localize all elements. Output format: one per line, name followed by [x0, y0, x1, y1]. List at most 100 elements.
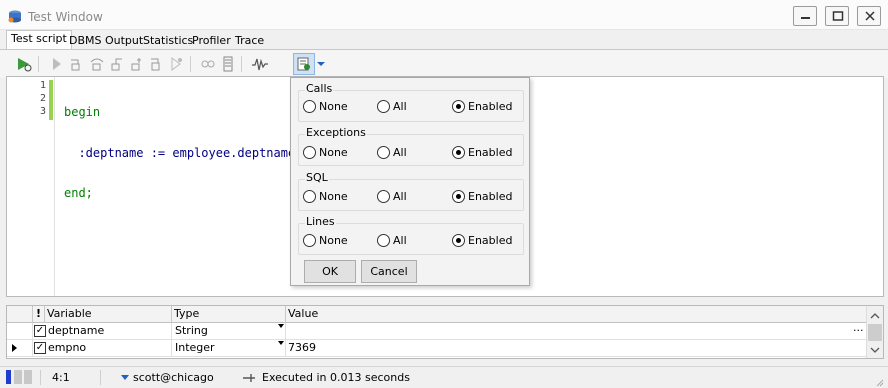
minimize-button[interactable]: [793, 6, 817, 26]
radio-label: All: [393, 100, 407, 113]
ok-button[interactable]: OK: [304, 260, 356, 283]
tab-test-script[interactable]: Test script: [6, 30, 72, 50]
toolbar-separator: [190, 56, 191, 72]
radio-label: Enabled: [468, 146, 513, 159]
step-over-button[interactable]: [88, 55, 106, 73]
maximize-button[interactable]: [825, 6, 849, 26]
enabled-header: !: [33, 306, 45, 323]
step-into-button[interactable]: [67, 55, 85, 73]
scroll-down-icon[interactable]: [867, 342, 883, 358]
tab-dbms-output[interactable]: DBMS Output: [64, 32, 148, 50]
scroll-up-icon[interactable]: [867, 308, 883, 324]
evaluate-button[interactable]: [219, 55, 237, 73]
scroll-thumb[interactable]: [868, 324, 882, 341]
variable-value[interactable]: [286, 323, 867, 340]
exceptions-group: Exceptions None All Enabled: [298, 126, 524, 166]
radio-label: All: [393, 234, 407, 247]
execute-button[interactable]: [15, 55, 33, 73]
minimize-icon: [801, 17, 810, 19]
sql-none-radio[interactable]: None: [303, 190, 348, 203]
lines-all-radio[interactable]: All: [377, 234, 407, 247]
exceptions-enabled-radio[interactable]: Enabled: [452, 146, 512, 159]
radio-label: None: [319, 100, 348, 113]
pause-icon: [171, 57, 182, 71]
close-button[interactable]: [857, 6, 881, 26]
code-text[interactable]: begin :deptname := employee.deptname end…: [64, 79, 295, 228]
title-bar: Test Window: [0, 0, 888, 30]
evaluate-icon: [223, 56, 233, 72]
value-ellipsis-button[interactable]: ...: [853, 321, 864, 334]
radio-label: None: [319, 190, 348, 203]
radio-label: None: [319, 234, 348, 247]
exceptions-none-radio[interactable]: None: [303, 146, 348, 159]
toggle-breakpoint-icon: [201, 60, 215, 68]
variable-value[interactable]: 7369: [286, 340, 867, 357]
run-button[interactable]: [48, 55, 66, 73]
step-over-icon: [90, 58, 104, 71]
table-row[interactable]: ✓ deptname String ...: [7, 321, 867, 340]
line-gutter: 1 2 3: [7, 77, 55, 296]
grid-scrollbar[interactable]: [866, 306, 883, 358]
trace-options-icon: [297, 57, 310, 71]
resize-grip-icon[interactable]: [874, 377, 884, 387]
close-icon: [865, 11, 875, 21]
status-indicator: [14, 370, 22, 384]
tab-trace[interactable]: Trace: [230, 32, 269, 50]
code-line-3: end;: [64, 186, 295, 201]
toolbar: [0, 50, 888, 78]
sql-enabled-radio[interactable]: Enabled: [452, 190, 512, 203]
type-dropdown-arrow-icon[interactable]: [278, 324, 284, 328]
status-divider: [40, 370, 41, 385]
tab-profiler[interactable]: Profiler: [187, 32, 236, 50]
status-bar: 4:1 scott@chicago Executed in 0.013 seco…: [0, 366, 888, 388]
modified-lines-marker: [49, 80, 53, 120]
execute-icon: [18, 58, 32, 72]
connection-dropdown-icon[interactable]: [121, 375, 129, 381]
radio-indicator-selected: [452, 100, 465, 113]
app-icon: [8, 10, 21, 23]
current-row-icon: [12, 344, 17, 352]
pause-button[interactable]: [167, 55, 185, 73]
variable-type: String: [172, 323, 286, 340]
radio-indicator: [377, 234, 390, 247]
trace-button[interactable]: [251, 55, 269, 73]
radio-label: Enabled: [468, 100, 513, 113]
variable-header[interactable]: Variable: [45, 306, 172, 323]
variable-type: Integer: [172, 340, 286, 357]
calls-all-radio[interactable]: All: [377, 100, 407, 113]
toggle-breakpoint-button[interactable]: [199, 55, 217, 73]
run-icon: [53, 58, 61, 70]
run-to-breakpoint-button[interactable]: [147, 55, 165, 73]
status-divider: [100, 370, 101, 385]
pin-icon: [243, 374, 255, 382]
calls-none-radio[interactable]: None: [303, 100, 348, 113]
type-header[interactable]: Type: [172, 306, 286, 323]
radio-indicator-selected: [452, 234, 465, 247]
group-title: Calls: [305, 82, 334, 95]
radio-indicator-selected: [452, 190, 465, 203]
variables-grid: ! Variable Type Value ✓ deptname String …: [6, 305, 884, 359]
lines-none-radio[interactable]: None: [303, 234, 348, 247]
connection-label[interactable]: scott@chicago: [133, 371, 214, 384]
calls-enabled-radio[interactable]: Enabled: [452, 100, 512, 113]
code-line-2: :deptname := employee.deptname: [64, 146, 295, 161]
sql-all-radio[interactable]: All: [377, 190, 407, 203]
step-into-icon: [71, 59, 80, 71]
table-row[interactable]: ✓ empno Integer 7369: [7, 340, 867, 357]
cancel-button[interactable]: Cancel: [361, 260, 417, 283]
radio-indicator: [377, 146, 390, 159]
dropdown-arrow-icon: [317, 62, 325, 66]
radio-indicator: [377, 100, 390, 113]
status-message: Executed in 0.013 seconds: [262, 371, 410, 384]
exceptions-all-radio[interactable]: All: [377, 146, 407, 159]
radio-label: Enabled: [468, 234, 513, 247]
run-to-exception-button[interactable]: [128, 55, 146, 73]
radio-indicator: [377, 190, 390, 203]
value-header[interactable]: Value: [286, 306, 867, 323]
lines-enabled-radio[interactable]: Enabled: [452, 234, 512, 247]
toolbar-separator: [38, 56, 39, 72]
group-title: SQL: [305, 171, 329, 184]
step-out-button[interactable]: [108, 55, 126, 73]
trace-options-dropdown[interactable]: [316, 55, 326, 73]
type-dropdown-arrow-icon[interactable]: [278, 341, 284, 345]
